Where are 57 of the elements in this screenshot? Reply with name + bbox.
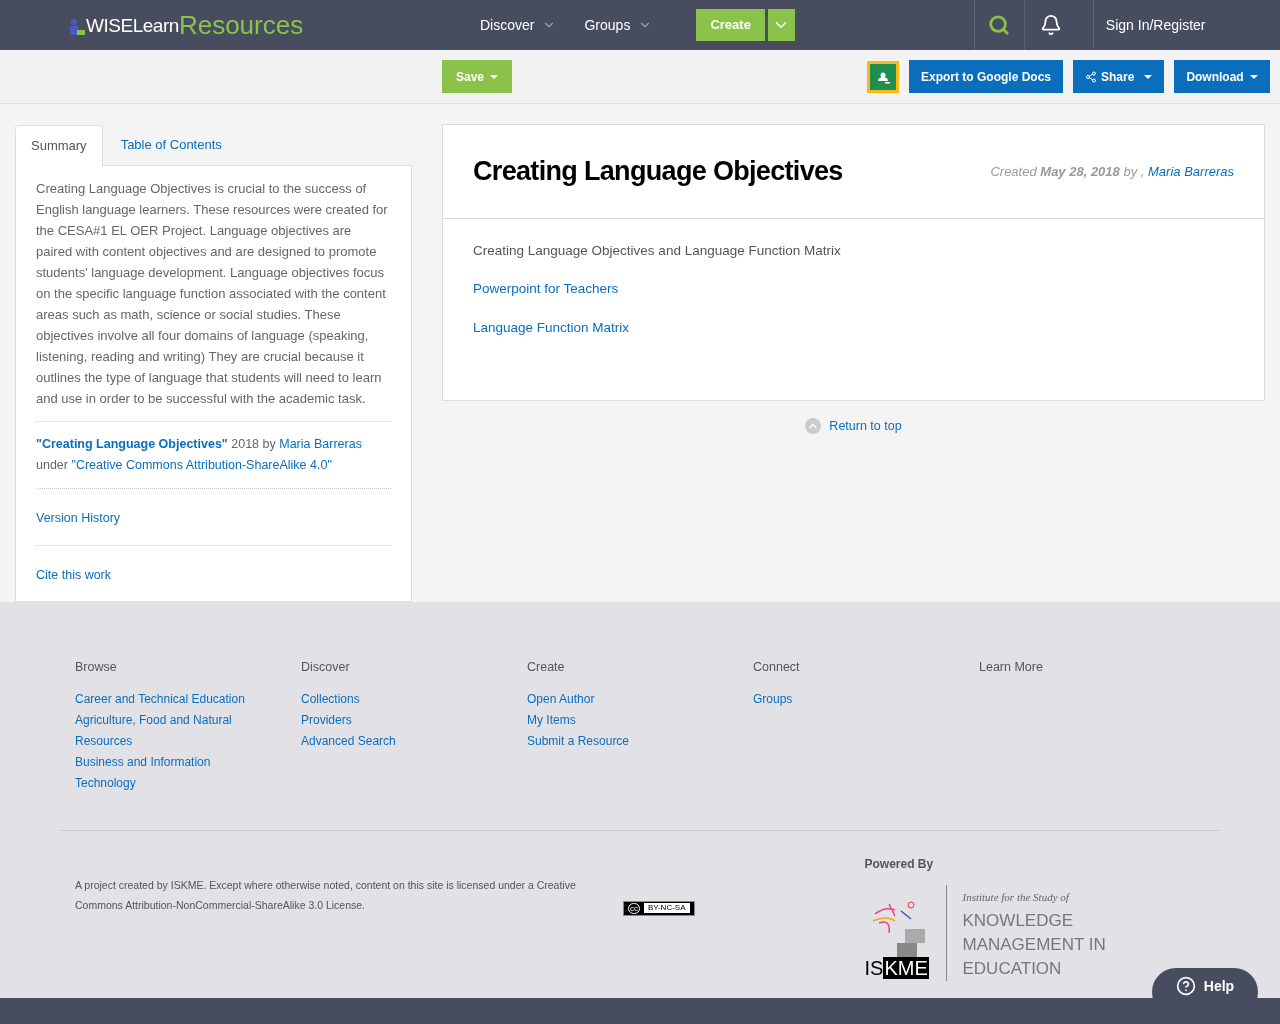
footer-link[interactable]: Providers <box>301 709 481 731</box>
created-info: Created May 28, 2018 by , Maria Barreras <box>990 162 1234 181</box>
people-logo-icon <box>68 18 86 36</box>
attribution-text: "Creating Language Objectives" 2018 by Maria Barreras under "Creative Commons Attribution-ShareAlike 4.0" <box>36 422 391 489</box>
return-to-top-link[interactable]: Return to top <box>829 417 902 436</box>
tagline-text: Institute for the Study of <box>962 889 1071 905</box>
sidebar-link[interactable]: Cite this work <box>36 568 112 582</box>
description-text: Creating Language Objectives and Language Function Matrix <box>473 242 841 260</box>
footer-link[interactable]: Groups <box>753 688 933 710</box>
logo-text[interactable]: WISELearn <box>86 11 179 40</box>
footer-link[interactable]: Open Author <box>527 688 707 710</box>
footer-link[interactable]: Collections <box>301 688 481 710</box>
resource-link[interactable]: Language Function Matrix <box>473 317 630 338</box>
share-icon <box>1085 70 1097 83</box>
terms-text: BY-NC-SA <box>644 903 690 914</box>
author-link[interactable]: Maria Barreras <box>1148 163 1234 179</box>
resource-title: Creating Language Objectives <box>473 155 843 189</box>
footer-link[interactable]: Career and Technical Education <box>75 688 255 710</box>
footer-heading: Connect <box>753 659 800 676</box>
logo-text: IS <box>864 957 884 980</box>
caret-icon <box>1144 74 1153 79</box>
export-button[interactable]: Export to Google Docs <box>909 60 1063 93</box>
sign-in-link[interactable]: Sign In/Register <box>1093 0 1206 50</box>
footer-link[interactable]: Submit a Resource <box>527 730 707 752</box>
footer-heading: Discover <box>301 659 350 676</box>
share-button[interactable]: Share <box>1073 60 1165 93</box>
nav-menu[interactable]: Groups <box>584 14 653 36</box>
logo-text[interactable]: Resources <box>178 10 304 40</box>
author-link[interactable]: Maria Barreras <box>279 437 362 451</box>
sidebar-link[interactable]: Version History <box>36 511 121 525</box>
download-button[interactable]: Download <box>1174 60 1270 93</box>
cc-license-badge[interactable]: cc BY-NC-SA <box>623 900 695 916</box>
caret-icon <box>1249 74 1258 79</box>
help-icon <box>1175 976 1196 996</box>
license-text: A project created by ISKME. Except where otherwise noted, content on this site is licensed under a Creative Commons Attribution-NonCommercial-ShareAlike 3.0 License. <box>75 877 577 913</box>
footer-link[interactable]: Advanced Search <box>301 730 481 752</box>
footer-heading: Browse <box>75 659 117 676</box>
resource-link[interactable]: Powerpoint for Teachers <box>473 279 619 300</box>
summary-text: Creating Language Objectives is crucial to the success of English language learners. These resources were created for the CESA#1 EL OER Project. Language objectives are paired with content objectives and are designed to promote students' language development. Language objectives focus on the specific language function associated with the content areas such as math, science or social studies. These objectives involve all four domains of language (speaking, listening, reading and writing) They are crucial because it outlines the type of language that students will need to learn and use in order to be successful with the academic task. <box>36 178 391 422</box>
footer-link[interactable]: Agriculture, Food and Natural Resources <box>75 709 255 752</box>
tab[interactable]: Summary <box>15 125 103 166</box>
classroom-icon[interactable] <box>867 60 899 93</box>
title-link[interactable]: "Creating Language Objectives" <box>36 437 228 451</box>
footer-link[interactable]: Business and Information Technology <box>75 751 255 794</box>
tab[interactable]: Table of Contents <box>102 124 240 165</box>
footer-heading: Learn More <box>979 659 1043 676</box>
institute-name: KNOWLEDGE MANAGEMENT IN EDUCATION <box>962 910 1107 981</box>
footer-link[interactable]: My Items <box>527 709 707 731</box>
create-dropdown-button[interactable] <box>767 9 795 41</box>
license-link[interactable]: "Creative Commons Attribution-ShareAlike 4.0" <box>71 458 332 472</box>
caret-icon <box>490 74 498 79</box>
powered-by-text: Powered By <box>864 855 935 873</box>
nav-menu[interactable]: Discover <box>480 14 557 36</box>
logo-text: KME <box>883 957 929 980</box>
search-icon <box>988 14 1011 36</box>
footer-heading: Create <box>527 659 565 676</box>
bell-icon <box>1039 14 1062 36</box>
